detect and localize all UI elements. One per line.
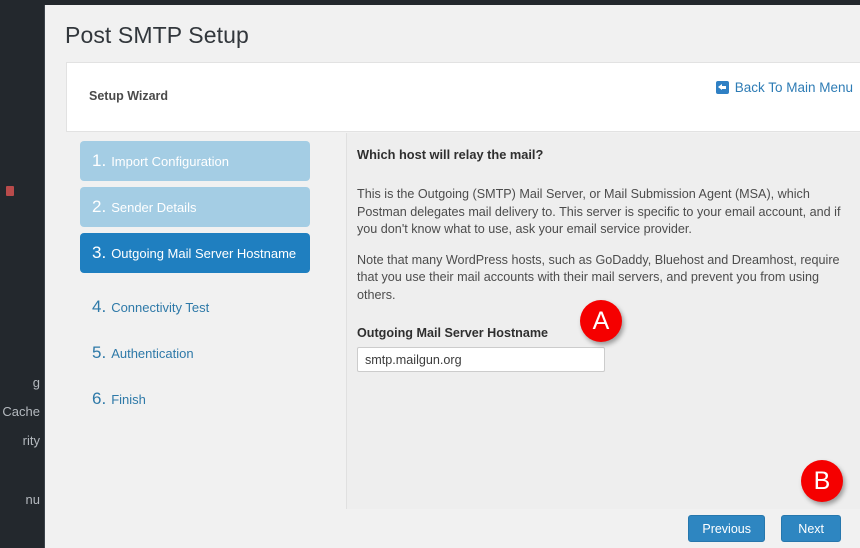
wizard-step-import-configuration[interactable]: 1. Import Configuration (80, 141, 310, 181)
back-arrow-icon (715, 81, 729, 94)
setup-wizard-header-card: Setup Wizard Back To Main Menu (66, 62, 860, 132)
step-label: Authentication (111, 345, 194, 361)
sidebar-notification-dot (6, 186, 14, 196)
annotation-badge-b: B (801, 460, 843, 502)
wizard-footer: Previous Next (45, 513, 860, 548)
annotation-badge-a: A (580, 300, 622, 342)
step-label: Connectivity Test (111, 299, 210, 315)
outgoing-mail-server-hostname-input[interactable] (357, 347, 605, 372)
setup-wizard-body: 1. Import Configuration 2. Sender Detail… (66, 133, 860, 509)
step-number: 6. (92, 389, 107, 408)
wizard-step-connectivity-test[interactable]: 4. Connectivity Test (80, 287, 310, 327)
panel-paragraph-2: Note that many WordPress hosts, such as … (357, 252, 840, 302)
back-to-main-menu-link[interactable]: Back To Main Menu (715, 80, 853, 95)
step-label: Finish (111, 391, 146, 407)
next-button[interactable]: Next (781, 515, 841, 542)
step-number: 4. (92, 297, 107, 316)
wizard-step-finish[interactable]: 6. Finish (80, 379, 310, 419)
wizard-step-sender-details[interactable]: 2. Sender Details (80, 187, 310, 227)
admin-content-area: Post SMTP Setup Setup Wizard Back To Mai… (44, 5, 860, 548)
screenshot-root: g Cache rity nu Post SMTP Setup Setup Wi… (0, 0, 860, 548)
step-number: 5. (92, 343, 107, 362)
page-title: Post SMTP Setup (65, 22, 249, 48)
sidebar-item-collapse-menu[interactable]: nu (0, 492, 44, 507)
panel-heading: Which host will relay the mail? (357, 147, 544, 162)
wp-admin-sidebar[interactable]: g Cache rity nu (0, 0, 44, 548)
wizard-step-authentication[interactable]: 5. Authentication (80, 333, 310, 373)
step-label: Sender Details (111, 199, 197, 215)
panel-paragraph-1: This is the Outgoing (SMTP) Mail Server,… (357, 187, 841, 236)
wizard-step-outgoing-mail-server-hostname[interactable]: 3. Outgoing Mail Server Hostname (80, 233, 310, 273)
sidebar-item-security[interactable]: rity (0, 433, 44, 448)
setup-wizard-heading: Setup Wizard (89, 89, 169, 103)
sidebar-item-0[interactable]: g (0, 375, 44, 390)
previous-button[interactable]: Previous (688, 515, 765, 542)
step-number: 1. (92, 151, 107, 170)
step-number: 3. (92, 243, 107, 262)
step-label: Outgoing Mail Server Hostname (111, 245, 297, 261)
back-to-main-menu-label: Back To Main Menu (734, 80, 853, 95)
step-number: 2. (92, 197, 107, 216)
wizard-steps-list: 1. Import Configuration 2. Sender Detail… (66, 133, 324, 505)
sidebar-item-cache[interactable]: Cache (0, 404, 44, 419)
step-label: Import Configuration (111, 153, 229, 169)
